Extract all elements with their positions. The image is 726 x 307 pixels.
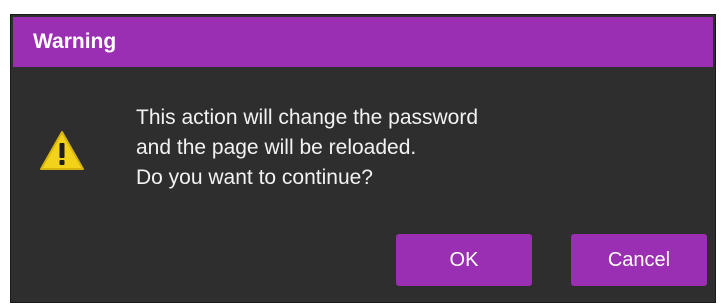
ok-button[interactable]: OK xyxy=(396,234,532,286)
message-line: This action will change the password xyxy=(136,106,479,129)
cancel-button[interactable]: Cancel xyxy=(571,234,707,286)
dialog-title: Warning xyxy=(33,30,117,53)
warning-icon xyxy=(38,129,86,173)
message-line: and the page will be reloaded. xyxy=(136,136,417,159)
message-line: Do you want to continue? xyxy=(136,166,373,189)
dialog-titlebar: Warning xyxy=(13,17,713,67)
dialog-message: This action will change the password and… xyxy=(136,103,478,193)
warning-dialog: Warning This action will change the pass… xyxy=(10,14,716,303)
